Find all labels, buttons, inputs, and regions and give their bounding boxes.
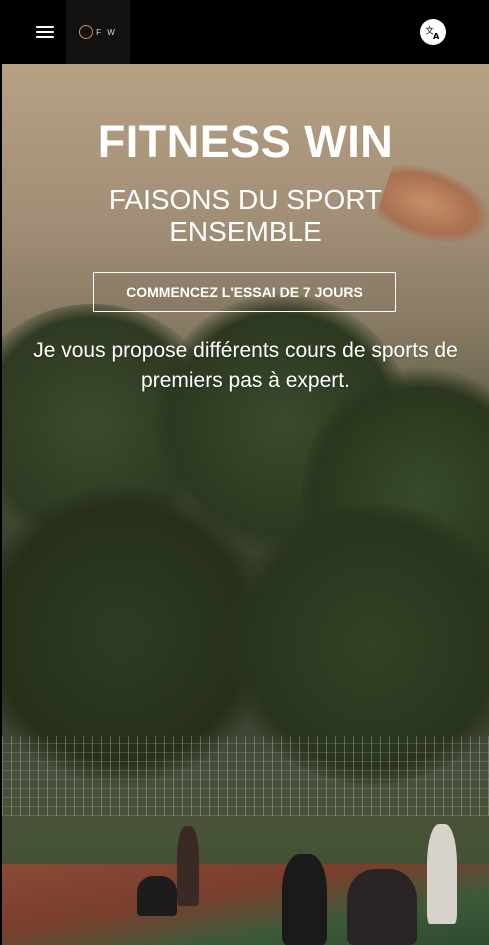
free-trial-button[interactable]: COMMENCEZ L'ESSAI DE 7 JOURS bbox=[93, 272, 396, 312]
person-figure bbox=[137, 876, 177, 916]
hero-title: FITNESS WIN bbox=[97, 116, 394, 167]
person-figure bbox=[427, 824, 457, 924]
person-figure bbox=[177, 826, 199, 906]
logo[interactable]: F W bbox=[66, 0, 130, 64]
person-figure bbox=[347, 869, 417, 945]
hero-description: Je vous propose différents cours de spor… bbox=[33, 339, 458, 392]
logo-text: F W bbox=[96, 27, 117, 37]
translate-glyph: 文 A bbox=[426, 26, 441, 41]
hamburger-menu-icon[interactable] bbox=[32, 22, 60, 42]
fence bbox=[2, 736, 489, 816]
hero-subtitle: FAISONS DU SPORT ENSEMBLE bbox=[108, 184, 383, 247]
translate-icon[interactable]: 文 A bbox=[420, 19, 446, 45]
logo-mark-icon bbox=[79, 25, 94, 39]
svg-text:A: A bbox=[433, 31, 440, 41]
hero-section: FITNESS WIN FAISONS DU SPORT ENSEMBLE CO… bbox=[2, 64, 489, 945]
person-figure bbox=[282, 854, 327, 945]
top-bar: F W 文 A bbox=[0, 0, 489, 64]
